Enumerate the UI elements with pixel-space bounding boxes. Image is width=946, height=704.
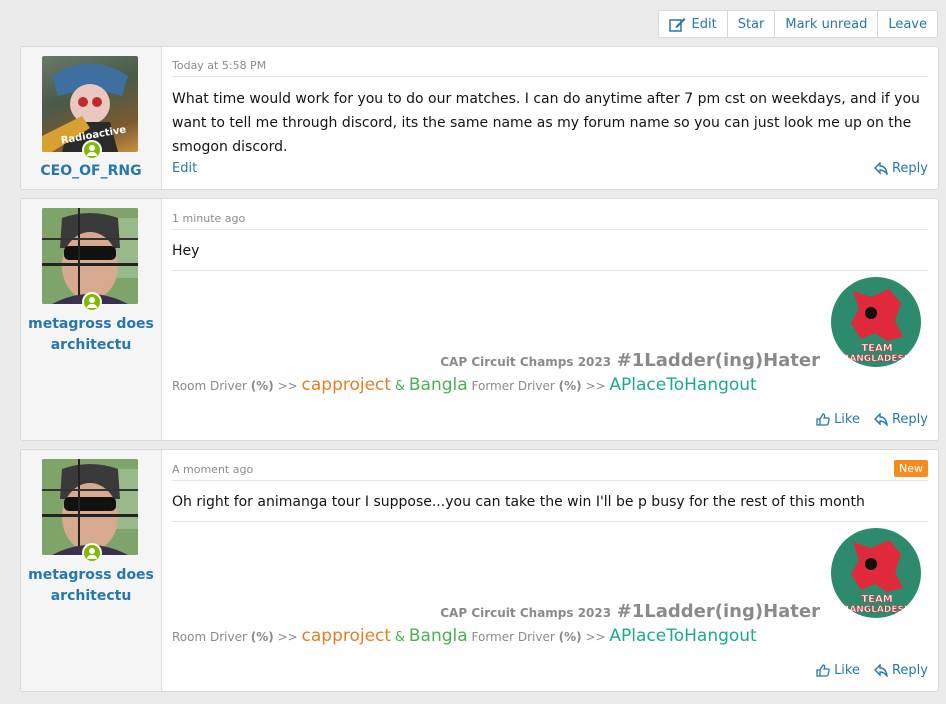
- sig-pct: (%): [250, 630, 274, 644]
- reply-label: Reply: [891, 161, 928, 176]
- like-button[interactable]: Like: [816, 663, 860, 678]
- message-post: metagross does architectu A moment ago N…: [20, 449, 939, 692]
- reply-label: Reply: [891, 412, 928, 427]
- leave-label: Leave: [888, 16, 927, 32]
- signature-line-1: CAP Circuit Champs 2023 #1Ladder(ing)Hat…: [440, 350, 820, 371]
- edit-icon: [668, 17, 686, 32]
- message-post: Radioactive CEO_OF_RNG Today at 5:58 PM …: [20, 46, 939, 190]
- timestamp[interactable]: 1 minute ago: [172, 212, 245, 225]
- reply-icon: [873, 664, 888, 677]
- user-column: metagross does architectu: [21, 199, 162, 440]
- sig-arrows: >>: [585, 379, 606, 393]
- reply-button[interactable]: Reply: [873, 161, 928, 176]
- username-line-1[interactable]: metagross does: [21, 565, 161, 586]
- sig-amp: &: [394, 630, 406, 645]
- sig-arrows: >>: [277, 630, 298, 644]
- message-meta: A moment ago New: [172, 451, 928, 481]
- username[interactable]: CEO_OF_RNG: [21, 161, 161, 182]
- signature-line-2: Room Driver (%) >> capproject & Bangla F…: [172, 626, 757, 646]
- mark-unread-label: Mark unread: [785, 16, 868, 32]
- signature-line-1: CAP Circuit Champs 2023 #1Ladder(ing)Hat…: [440, 601, 820, 622]
- team-bangladesh-logo: TEAM BANGLADESH: [831, 277, 921, 367]
- sig-hater: #1Ladder(ing)Hater: [616, 601, 820, 622]
- star-button[interactable]: Star: [726, 11, 775, 37]
- sig-capproject: capproject: [301, 375, 392, 395]
- sig-arrows: >>: [277, 379, 298, 393]
- thread-toolbar: Edit Star Mark unread Leave: [657, 10, 938, 38]
- timestamp[interactable]: Today at 5:58 PM: [172, 59, 266, 72]
- username-line-2[interactable]: architectu: [21, 586, 161, 607]
- sig-capproject: capproject: [301, 626, 392, 646]
- reply-icon: [873, 162, 888, 175]
- sig-room-driver: Room Driver: [172, 630, 247, 644]
- reply-icon: [873, 413, 888, 426]
- avatar[interactable]: Radioactive: [42, 56, 138, 152]
- new-badge: New: [894, 460, 928, 477]
- sig-bangla: Bangla: [408, 375, 468, 395]
- edit-thread-label: Edit: [691, 16, 717, 32]
- message-content: What time would work for you to do our m…: [172, 91, 920, 155]
- message-content: Oh right for animanga tour I suppose...y…: [172, 494, 865, 510]
- edit-post-link[interactable]: Edit: [172, 161, 197, 176]
- sig-hater: #1Ladder(ing)Hater: [616, 350, 820, 371]
- sig-former-driver: Former Driver: [471, 630, 555, 644]
- message-post: metagross does architectu 1 minute ago H…: [20, 198, 939, 441]
- sig-champs: CAP Circuit Champs 2023: [440, 606, 612, 620]
- user-column: Radioactive CEO_OF_RNG: [21, 47, 162, 189]
- emblem-text-2: BANGLADESH: [842, 605, 911, 615]
- message-meta: Today at 5:58 PM: [172, 47, 928, 77]
- sig-champs: CAP Circuit Champs 2023: [440, 355, 612, 369]
- message-meta: 1 minute ago: [172, 200, 928, 230]
- reply-button[interactable]: Reply: [873, 663, 928, 678]
- timestamp[interactable]: A moment ago: [172, 463, 253, 476]
- username-line-2[interactable]: architectu: [21, 335, 161, 356]
- sig-room-driver: Room Driver: [172, 379, 247, 393]
- sig-former-driver: Former Driver: [471, 379, 555, 393]
- signature-line-2: Room Driver (%) >> capproject & Bangla F…: [172, 375, 757, 395]
- message-content: Hey: [172, 243, 200, 259]
- signature-divider: [172, 270, 928, 271]
- sig-arrows: >>: [585, 630, 606, 644]
- sig-pct: (%): [250, 379, 274, 393]
- online-status-icon: [82, 292, 102, 312]
- sig-hangout: APlaceToHangout: [609, 375, 757, 395]
- emblem-text-1: TEAM: [861, 343, 892, 354]
- edit-thread-button[interactable]: Edit: [659, 11, 727, 37]
- avatar[interactable]: [42, 208, 138, 304]
- signature-divider: [172, 521, 928, 522]
- team-bangladesh-logo: TEAM BANGLADESH: [831, 528, 921, 618]
- like-button[interactable]: Like: [816, 412, 860, 427]
- like-label: Like: [834, 663, 860, 678]
- star-label: Star: [737, 16, 765, 32]
- sig-pct: (%): [558, 630, 582, 644]
- sig-hangout: APlaceToHangout: [609, 626, 757, 646]
- avatar[interactable]: [42, 459, 138, 555]
- online-status-icon: [82, 543, 102, 563]
- sig-pct: (%): [558, 379, 582, 393]
- post-actions: Like Reply: [816, 663, 928, 678]
- post-actions: Reply: [873, 161, 928, 176]
- username-line-1[interactable]: metagross does: [21, 314, 161, 335]
- reply-label: Reply: [891, 663, 928, 678]
- online-status-icon: [82, 140, 102, 160]
- like-label: Like: [834, 412, 860, 427]
- sig-bangla: Bangla: [408, 626, 468, 646]
- reply-button[interactable]: Reply: [873, 412, 928, 427]
- mark-unread-button[interactable]: Mark unread: [774, 11, 877, 37]
- emblem-text-2: BANGLADESH: [842, 354, 911, 364]
- post-actions: Like Reply: [816, 412, 928, 427]
- thumbs-up-icon: [816, 413, 830, 426]
- leave-button[interactable]: Leave: [877, 11, 937, 37]
- user-column: metagross does architectu: [21, 450, 162, 691]
- thumbs-up-icon: [816, 664, 830, 677]
- sig-amp: &: [394, 379, 406, 394]
- emblem-text-1: TEAM: [861, 594, 892, 605]
